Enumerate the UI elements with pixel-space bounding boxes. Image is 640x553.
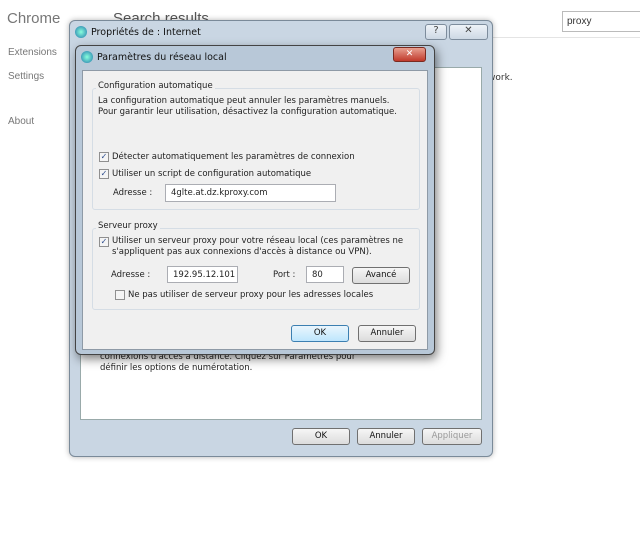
lan-close-button[interactable]: ✕: [393, 47, 426, 62]
proxy-address-label: Adresse :: [111, 270, 151, 280]
apply-button[interactable]: Appliquer: [422, 428, 482, 445]
sidebar-item-settings[interactable]: Settings: [8, 71, 44, 82]
outer-ok-button[interactable]: OK: [292, 428, 350, 445]
bypass-local-label: Ne pas utiliser de serveur proxy pour le…: [128, 290, 374, 300]
port-input[interactable]: 80: [306, 266, 344, 283]
lan-cancel-button[interactable]: Annuler: [358, 325, 416, 342]
detect-checkbox[interactable]: ✓: [99, 152, 109, 162]
lan-ok-button[interactable]: OK: [291, 325, 349, 342]
network-icon: [81, 51, 93, 63]
internet-options-icon: [75, 26, 87, 38]
sidebar-item-extensions[interactable]: Extensions: [8, 47, 57, 58]
script-checkbox[interactable]: ✓: [99, 169, 109, 179]
outer-cancel-button[interactable]: Annuler: [357, 428, 415, 445]
detect-label: Détecter automatiquement les paramètres …: [112, 152, 355, 162]
lan-dialog-title: Paramètres du réseau local: [97, 52, 227, 63]
use-proxy-checkbox[interactable]: ✓: [99, 237, 109, 247]
advanced-button[interactable]: Avancé: [352, 267, 410, 284]
sidebar-item-about[interactable]: About: [8, 116, 34, 127]
app-title: Chrome: [7, 10, 61, 27]
auto-config-description: La configuration automatique peut annule…: [98, 96, 397, 117]
auto-config-label: Configuration automatique: [96, 81, 215, 91]
outer-dialog-title: Propriétés de : Internet: [91, 27, 201, 38]
outer-close-button[interactable]: ✕: [449, 24, 488, 40]
script-address-label: Adresse :: [113, 188, 153, 198]
script-address-input[interactable]: 4glte.at.dz.kproxy.com: [165, 184, 336, 202]
search-input[interactable]: proxy: [562, 11, 640, 32]
proxy-address-input[interactable]: 192.95.12.101: [167, 266, 238, 283]
script-label: Utiliser un script de configuration auto…: [112, 169, 312, 179]
port-label: Port :: [273, 270, 296, 280]
help-button[interactable]: ?: [425, 24, 447, 40]
bypass-local-checkbox[interactable]: [115, 290, 125, 300]
use-proxy-label: Utiliser un serveur proxy pour votre rés…: [112, 236, 404, 257]
proxy-label: Serveur proxy: [96, 221, 160, 231]
behind-text: définir les options de numérotation.: [100, 363, 253, 373]
